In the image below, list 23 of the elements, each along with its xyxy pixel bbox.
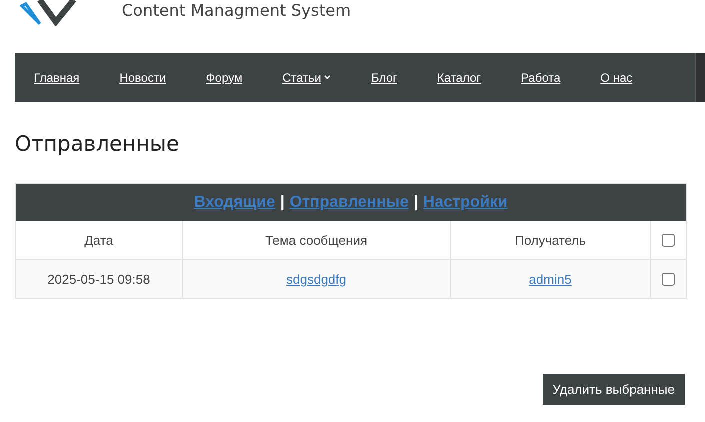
table-cell: 2025-05-15 09:58 [16,260,183,298]
row-checkbox[interactable] [662,272,675,286]
column-header: Тема сообщения [183,221,451,259]
site-subtitle: Content Managment System [122,1,352,20]
nav-link[interactable]: О нас [600,70,633,84]
recipient-link[interactable]: admin5 [529,272,572,286]
column-header: Дата [16,221,183,259]
nav-search-panel [695,53,705,102]
select-all-checkbox[interactable] [662,234,675,246]
nav-link[interactable]: Блог [371,70,398,84]
separator: | [280,194,285,212]
nav-link[interactable]: Каталог [437,70,482,84]
nav-link[interactable]: Работа [521,70,561,84]
nav-link[interactable]: Новости [120,70,166,84]
nav-link[interactable]: Главная [34,70,80,84]
nav-link[interactable]: Статьи [282,70,332,84]
column-header: Получатель [451,221,651,259]
nav-link[interactable]: Форум [206,70,243,84]
caret-icon [324,75,332,80]
separator: | [414,194,418,212]
subject-link[interactable]: sdgsdgdfg [286,272,346,286]
delete-selected-button[interactable]: Удалить выбранные [542,374,685,405]
page-title: Отправленные [15,132,180,158]
